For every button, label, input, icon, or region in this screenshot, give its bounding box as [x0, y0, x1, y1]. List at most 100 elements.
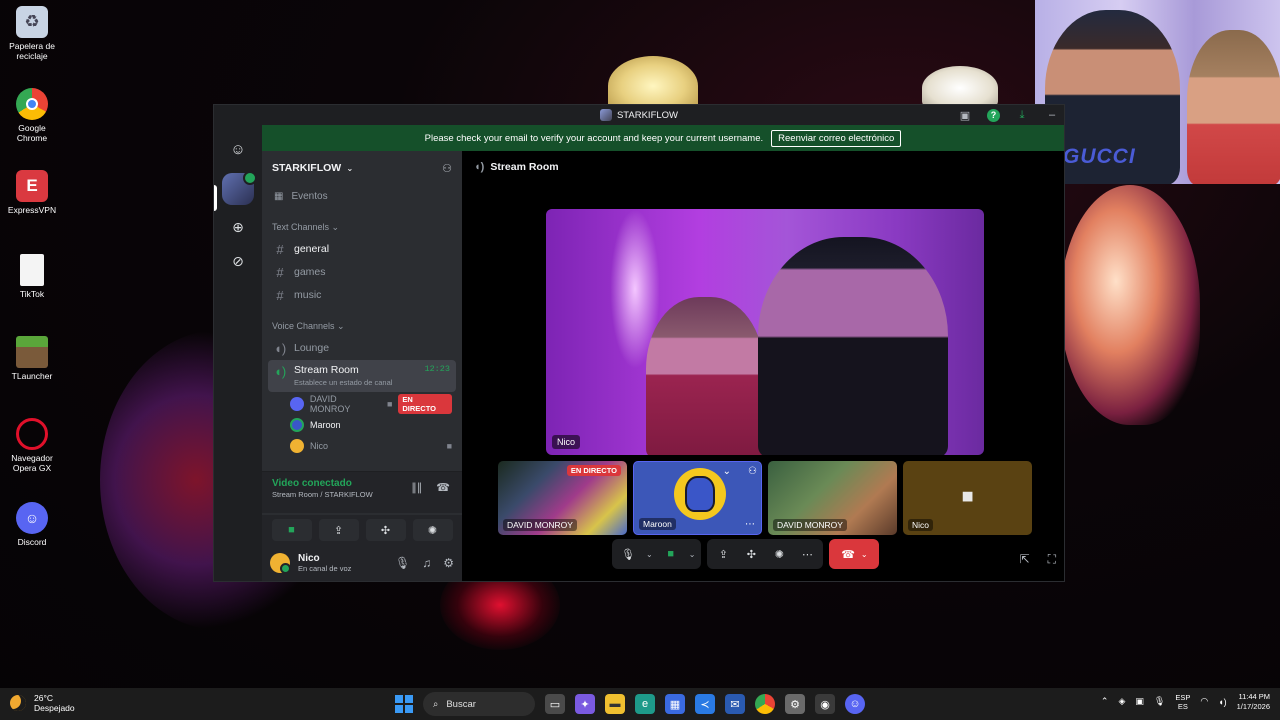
- speaker-icon: ◖): [274, 364, 287, 379]
- channel-music[interactable]: # music: [268, 284, 456, 306]
- volume-icon[interactable]: ◖): [1218, 697, 1226, 707]
- chrome-icon: [16, 88, 48, 120]
- voice-channel-stream-room[interactable]: ◖) Stream Room Establece un estado de ca…: [268, 360, 456, 392]
- outlook-icon[interactable]: ✉: [725, 694, 745, 714]
- voice-member[interactable]: Nico ■: [286, 435, 456, 456]
- category-label: Text Channels: [272, 222, 330, 232]
- gear-icon[interactable]: ⚙: [443, 556, 454, 570]
- voice-member[interactable]: DAVID MONROY ■ EN DIRECTO: [286, 393, 456, 414]
- more-icon[interactable]: ⋯: [745, 519, 755, 530]
- start-button[interactable]: [395, 695, 413, 713]
- headphones-icon[interactable]: ♫: [422, 556, 431, 570]
- chevron-up-icon[interactable]: ⌃: [1101, 696, 1109, 707]
- camera-icon[interactable]: ■: [661, 548, 681, 560]
- camera-button[interactable]: ■: [271, 519, 312, 541]
- desktop-icon-expressvpn[interactable]: E ExpressVPN: [4, 170, 60, 216]
- taskbar-search[interactable]: ⌕ Buscar: [423, 692, 535, 716]
- window-title: STARKIFLOW: [616, 109, 679, 121]
- fullscreen-icon[interactable]: ⛶: [1048, 552, 1056, 567]
- channel-general[interactable]: # general: [268, 238, 456, 260]
- category-text-channels[interactable]: Text Channels ⌄: [262, 208, 462, 237]
- server-name: STARKIFLOW: [272, 162, 342, 174]
- chrome-icon[interactable]: [755, 694, 775, 714]
- live-badge: EN DIRECTO: [566, 465, 621, 476]
- app-icon[interactable]: ◉: [815, 694, 835, 714]
- soundboard-icon[interactable]: ✺: [769, 548, 789, 561]
- invite-people-icon[interactable]: ⚇: [442, 162, 452, 175]
- desktop-icon-chrome[interactable]: Google Chrome: [4, 88, 60, 144]
- focused-video[interactable]: Nico: [546, 209, 984, 455]
- copilot-icon[interactable]: ✦: [575, 694, 595, 714]
- minimize-icon[interactable]: –: [1044, 107, 1060, 123]
- add-person-icon[interactable]: ⚇: [748, 466, 757, 477]
- help-icon[interactable]: ?: [987, 108, 1000, 122]
- clock[interactable]: 11:44 PM 1/17/2026: [1237, 692, 1270, 712]
- avatar[interactable]: [270, 553, 291, 574]
- desktop-icon-tlauncher[interactable]: TLauncher: [4, 336, 60, 382]
- server-icon-starkiflow[interactable]: [222, 171, 257, 205]
- channel-games[interactable]: # games: [268, 261, 456, 283]
- tile-label: DAVID MONROY: [503, 519, 577, 531]
- voice-stage: ◖) Stream Room Nico EN DIRECTO DAVID MON…: [462, 151, 1064, 581]
- network-app-icon[interactable]: ◈: [1118, 696, 1125, 707]
- weather-widget[interactable]: 26°C Despejado: [10, 693, 75, 713]
- server-rail: ☺ ⊕ ⊘: [214, 125, 262, 581]
- disconnect-icon[interactable]: ☎: [436, 481, 450, 494]
- participant-tile[interactable]: ■ Nico: [903, 461, 1032, 535]
- desktop-icon-tiktok[interactable]: TikTok: [4, 254, 60, 300]
- participant-tile[interactable]: EN DIRECTO DAVID MONROY: [498, 461, 627, 535]
- file-explorer-icon[interactable]: ▬: [605, 694, 625, 714]
- tile-label: Nico: [908, 519, 934, 531]
- microphone-icon[interactable]: 🎙︎: [1154, 696, 1165, 707]
- speaker-icon: ◖): [274, 340, 287, 356]
- avatar: [290, 438, 304, 453]
- security-icon[interactable]: ▣: [1135, 696, 1144, 707]
- screen-share-icon[interactable]: ⇪: [713, 548, 733, 561]
- desktop-icon-label: TikTok: [19, 289, 45, 299]
- channel-status[interactable]: Establece un estado de canal: [294, 378, 392, 387]
- language-indicator[interactable]: ESP ES: [1175, 693, 1190, 711]
- explore-icon[interactable]: ⊘: [226, 249, 250, 273]
- noise-suppression-icon[interactable]: ∥∥: [411, 481, 422, 494]
- wifi-icon[interactable]: ◠: [1200, 696, 1208, 707]
- desktop-icon-recycle-bin[interactable]: ♻ Papelera de reciclaje: [4, 6, 60, 62]
- task-view-icon[interactable]: ▭: [545, 694, 565, 714]
- events-row[interactable]: ▦ Eventos: [262, 185, 462, 208]
- server-header[interactable]: STARKIFLOW ⌄ ⚇: [262, 151, 462, 185]
- participant-tile[interactable]: DAVID MONROY: [768, 461, 897, 535]
- resend-email-button[interactable]: Reenviar correo electrónico: [771, 129, 902, 147]
- desktop-icon-discord[interactable]: ☺ Discord: [4, 502, 60, 548]
- discord-home-icon[interactable]: ☺: [222, 133, 254, 165]
- download-icon[interactable]: ⤓: [1014, 107, 1030, 123]
- category-label: Voice Channels: [272, 321, 335, 331]
- activities-icon[interactable]: ✣: [741, 548, 761, 561]
- call-controls: 🎙︎ ⌄ ■ ⌄ ⇪ ✣ ✺ ⋯ ☎ ⌄: [612, 539, 880, 569]
- screen-share-button[interactable]: ⇪: [318, 519, 359, 541]
- discord-window: STARKIFLOW ▣ ? ⤓ – ☺ ⊕ ⊘ Please check yo…: [213, 104, 1065, 582]
- desktop-icon-opera-gx[interactable]: Navegador Opera GX: [4, 418, 60, 474]
- pop-out-icon[interactable]: ⇱: [1020, 552, 1030, 567]
- store-icon[interactable]: ▦: [665, 694, 685, 714]
- inbox-icon[interactable]: ▣: [957, 107, 973, 123]
- chevron-down-icon[interactable]: ⌄: [689, 550, 696, 559]
- search-placeholder: Buscar: [446, 698, 476, 710]
- microphone-icon[interactable]: 🎙︎: [395, 556, 410, 570]
- activities-button[interactable]: ✣: [365, 519, 406, 541]
- tile-label: DAVID MONROY: [773, 519, 847, 531]
- add-server-icon[interactable]: ⊕: [226, 215, 250, 239]
- leave-call-button[interactable]: ☎ ⌄: [829, 539, 880, 569]
- settings-icon[interactable]: ⚙: [785, 694, 805, 714]
- video-person: [646, 297, 764, 455]
- chevron-down-icon[interactable]: ⌄: [646, 550, 653, 559]
- more-icon[interactable]: ⋯: [797, 548, 817, 561]
- category-voice-channels[interactable]: Voice Channels ⌄: [262, 307, 462, 336]
- vscode-icon[interactable]: ≺: [695, 694, 715, 714]
- discord-icon[interactable]: ☺: [845, 694, 865, 714]
- participant-tile[interactable]: ⌄ ⚇ Maroon ⋯: [633, 461, 762, 535]
- chevron-down-icon[interactable]: ⌄: [723, 466, 731, 477]
- soundboard-button[interactable]: ✺: [412, 519, 453, 541]
- voice-channel-lounge[interactable]: ◖) Lounge: [268, 337, 456, 359]
- voice-member[interactable]: Maroon: [286, 414, 456, 435]
- edge-icon[interactable]: e: [635, 694, 655, 714]
- microphone-icon[interactable]: 🎙︎: [618, 548, 638, 561]
